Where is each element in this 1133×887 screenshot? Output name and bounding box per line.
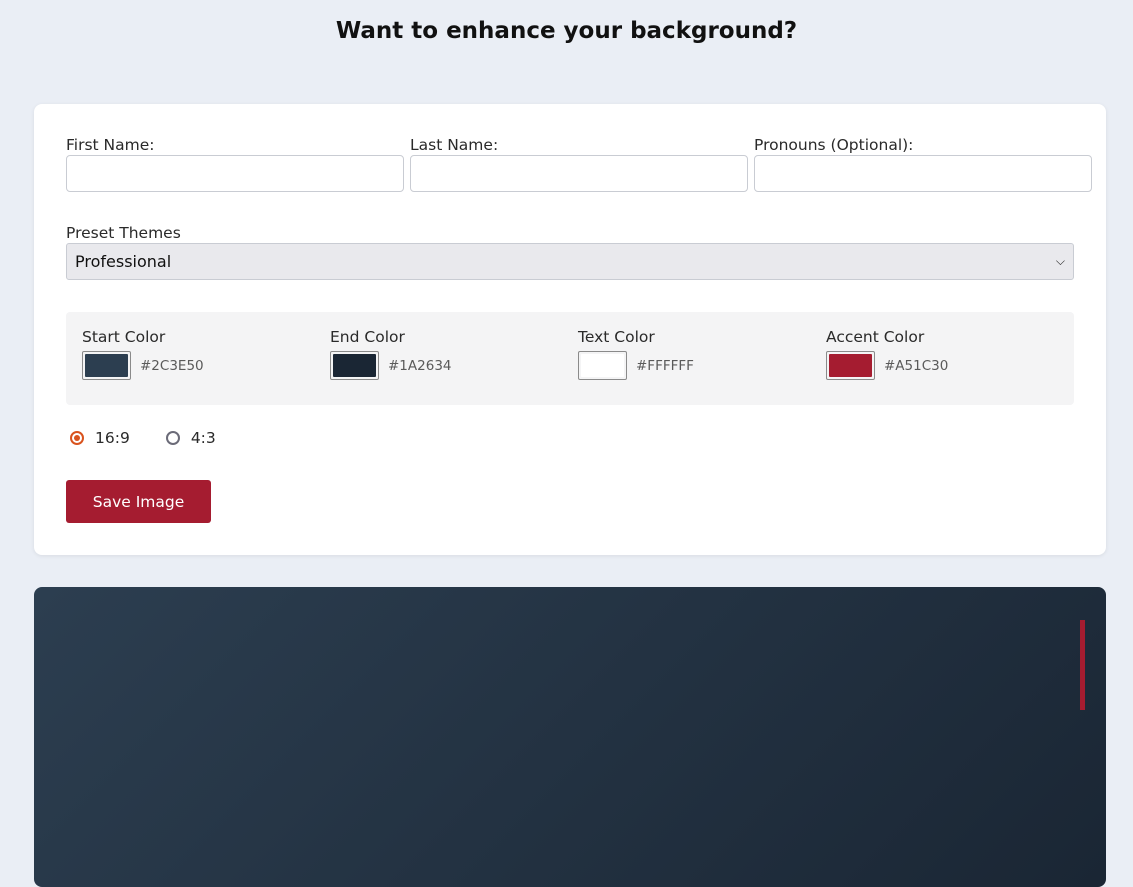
text-color-hex: #FFFFFF: [636, 357, 694, 374]
ratio-16-9-option[interactable]: 16:9: [70, 429, 130, 447]
form-card: First Name: Last Name: Pronouns (Optiona…: [34, 104, 1106, 555]
ratio-16-9-label: 16:9: [95, 429, 130, 447]
aspect-ratio-group: 16:9 4:3: [70, 429, 252, 447]
ratio-4-3-label: 4:3: [190, 429, 216, 447]
text-color-group: Text Color #FFFFFF: [578, 328, 694, 380]
preset-themes-label: Preset Themes: [66, 224, 181, 242]
start-color-group: Start Color #2C3E50: [82, 328, 204, 380]
ratio-16-9-radio[interactable]: [70, 431, 84, 445]
background-preview: [34, 587, 1106, 887]
end-color-hex: #1A2634: [388, 357, 452, 374]
accent-color-hex: #A51C30: [884, 357, 949, 374]
first-name-label: First Name:: [66, 136, 155, 154]
preset-selected-value: Professional: [75, 252, 172, 271]
first-name-group: First Name:: [66, 136, 404, 192]
chevron-down-icon: ⌵: [1055, 254, 1065, 268]
ratio-4-3-radio[interactable]: [165, 431, 180, 445]
pronouns-group: Pronouns (Optional):: [754, 136, 1092, 192]
text-color-label: Text Color: [578, 328, 655, 346]
last-name-group: Last Name:: [410, 136, 748, 192]
pronouns-label: Pronouns (Optional):: [754, 136, 914, 154]
end-color-label: End Color: [330, 328, 405, 346]
last-name-input[interactable]: [410, 155, 748, 192]
name-fields-row: First Name: Last Name: Pronouns (Optiona…: [66, 136, 1092, 192]
accent-color-group: Accent Color #A51C30: [826, 328, 948, 380]
accent-bar: [1080, 620, 1085, 710]
first-name-input[interactable]: [66, 155, 404, 192]
ratio-4-3-option[interactable]: 4:3: [165, 429, 216, 447]
accent-color-swatch[interactable]: [826, 351, 875, 380]
end-color-group: End Color #1A2634: [330, 328, 452, 380]
page-title: Want to enhance your background?: [335, 18, 798, 44]
start-color-swatch[interactable]: [82, 351, 131, 380]
last-name-label: Last Name:: [410, 136, 499, 154]
end-color-swatch[interactable]: [330, 351, 379, 380]
pronouns-input[interactable]: [754, 155, 1092, 192]
text-color-swatch[interactable]: [578, 351, 627, 380]
start-color-label: Start Color: [82, 328, 166, 346]
preset-themes-select[interactable]: Professional ⌵: [66, 243, 1074, 280]
color-picker-panel: Start Color #2C3E50 End Color #1A2634 Te…: [66, 312, 1074, 405]
start-color-hex: #2C3E50: [140, 357, 204, 374]
accent-color-label: Accent Color: [826, 328, 925, 346]
save-image-button[interactable]: Save Image: [66, 480, 211, 523]
preset-themes-group: Preset Themes Professional ⌵: [66, 224, 1074, 280]
